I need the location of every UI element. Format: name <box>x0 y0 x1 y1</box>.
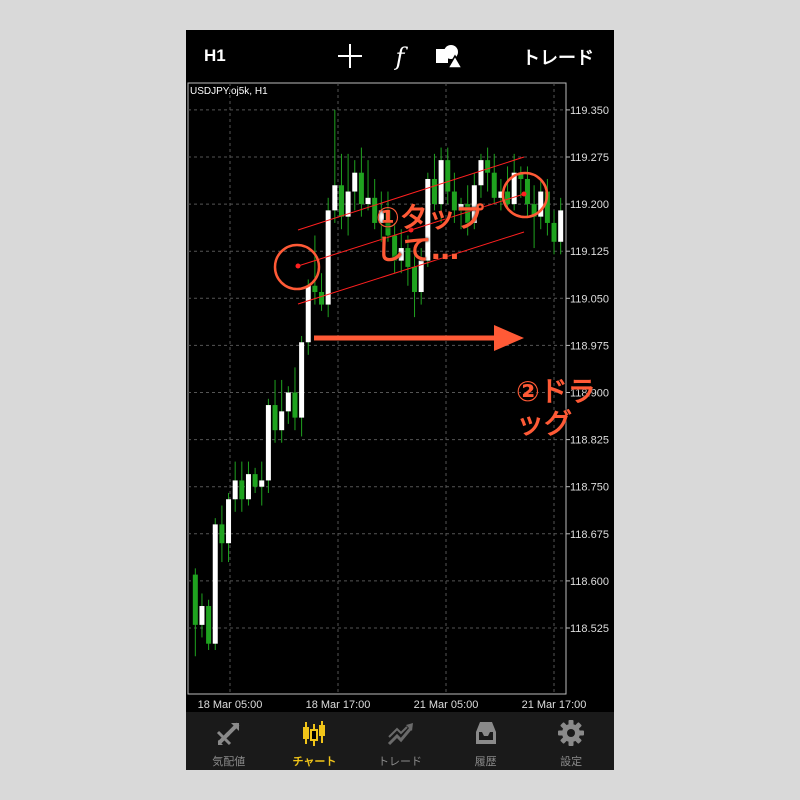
price-tick-label: 119.350 <box>570 105 609 117</box>
candle-body <box>292 392 298 418</box>
nav-label: チャート <box>292 755 337 768</box>
price-tick-label: 118.600 <box>570 576 609 588</box>
candle-body <box>252 474 258 487</box>
phone-screen: H1 f トレード 119.350 119.275 119.200 119.125 11… <box>186 30 614 770</box>
candle-body <box>412 266 418 293</box>
channel-anchor-start[interactable] <box>295 263 301 269</box>
history-icon <box>475 722 496 744</box>
price-tick-label: 118.975 <box>570 340 609 352</box>
candle-body <box>478 160 484 186</box>
nav-label: 気配値 <box>212 755 246 768</box>
svg-text:f: f <box>394 43 409 71</box>
price-tick-label: 118.750 <box>570 482 609 494</box>
candle-body <box>358 172 364 205</box>
candle-body <box>551 222 557 242</box>
symbol-label: USDJPY.oj5k, H1 <box>190 86 268 97</box>
candle-body <box>245 474 251 500</box>
candles <box>192 109 564 657</box>
nav-item-history[interactable]: 履歴 <box>443 712 529 770</box>
candle-body <box>365 197 371 205</box>
price-tick-label: 118.675 <box>570 529 609 541</box>
candle-body <box>232 480 238 500</box>
nav-item-chart[interactable]: チャート <box>272 712 358 770</box>
price-tick-label: 119.125 <box>570 246 609 258</box>
candle-body <box>524 178 530 205</box>
channel-anchor-end[interactable] <box>521 191 527 197</box>
candle-body <box>212 524 218 644</box>
candle-body <box>239 480 245 500</box>
quotes-icon <box>216 722 240 746</box>
candle-body <box>558 210 564 242</box>
candle-body <box>206 606 212 644</box>
price-tick-label: 119.050 <box>570 293 609 305</box>
function-icon[interactable]: f <box>384 40 416 72</box>
candle-body <box>219 524 225 544</box>
candlestick-icon <box>303 721 326 746</box>
candle-body <box>352 172 358 192</box>
price-tick-label: 118.525 <box>570 623 609 635</box>
plot-frame <box>187 82 567 695</box>
candle-body <box>279 411 285 431</box>
step2-annotation: ②ドラッグ <box>516 375 596 441</box>
nav-item-settings[interactable]: 設定 <box>528 712 614 770</box>
step1-line1: ①タップ <box>376 201 484 234</box>
bottom-nav: 気配値 チャート トレード 履歴 設定 <box>186 712 614 770</box>
candle-body <box>485 160 491 173</box>
candle-body <box>305 285 311 343</box>
nav-label: 履歴 <box>474 755 497 768</box>
shapes-icon[interactable] <box>432 40 464 72</box>
candle-body <box>438 160 444 205</box>
candle-body <box>199 606 205 625</box>
nav-item-trade[interactable]: トレード <box>357 712 443 770</box>
nav-item-quotes[interactable]: 気配値 <box>186 712 272 770</box>
candle-body <box>285 392 291 412</box>
top-toolbar: H1 f トレード <box>186 30 614 82</box>
candle-body <box>332 185 338 211</box>
candle-body <box>445 160 451 192</box>
step1-annotation: ①タップ して… <box>376 201 526 267</box>
gear-icon <box>558 720 585 746</box>
candle-body <box>192 574 198 625</box>
candle-body <box>299 342 305 418</box>
candle-body <box>319 292 325 305</box>
timeframe-button[interactable]: H1 <box>204 46 226 66</box>
candle-body <box>265 405 271 481</box>
trade-button[interactable]: トレード <box>522 44 594 70</box>
trade-icon <box>387 723 413 746</box>
candle-body <box>272 405 278 431</box>
time-tick-label: 18 Mar 17:00 <box>306 699 371 711</box>
step1-line2: して… <box>376 233 460 267</box>
time-tick-label: 21 Mar 05:00 <box>414 699 479 711</box>
crosshair-icon[interactable] <box>334 40 366 72</box>
time-tick-label: 21 Mar 17:00 <box>522 699 587 711</box>
candle-body <box>312 285 318 293</box>
candle-body <box>226 499 232 544</box>
candle-body <box>325 210 331 305</box>
nav-label: トレード <box>377 755 422 768</box>
candle-body <box>338 185 344 217</box>
candle-body <box>259 480 265 487</box>
candle-body <box>491 172 497 198</box>
price-tick-label: 119.275 <box>570 152 609 164</box>
nav-label: 設定 <box>560 755 583 768</box>
time-tick-label: 18 Mar 05:00 <box>198 699 263 711</box>
drag-arrow-icon <box>314 325 524 351</box>
price-tick-label: 119.200 <box>570 199 609 211</box>
